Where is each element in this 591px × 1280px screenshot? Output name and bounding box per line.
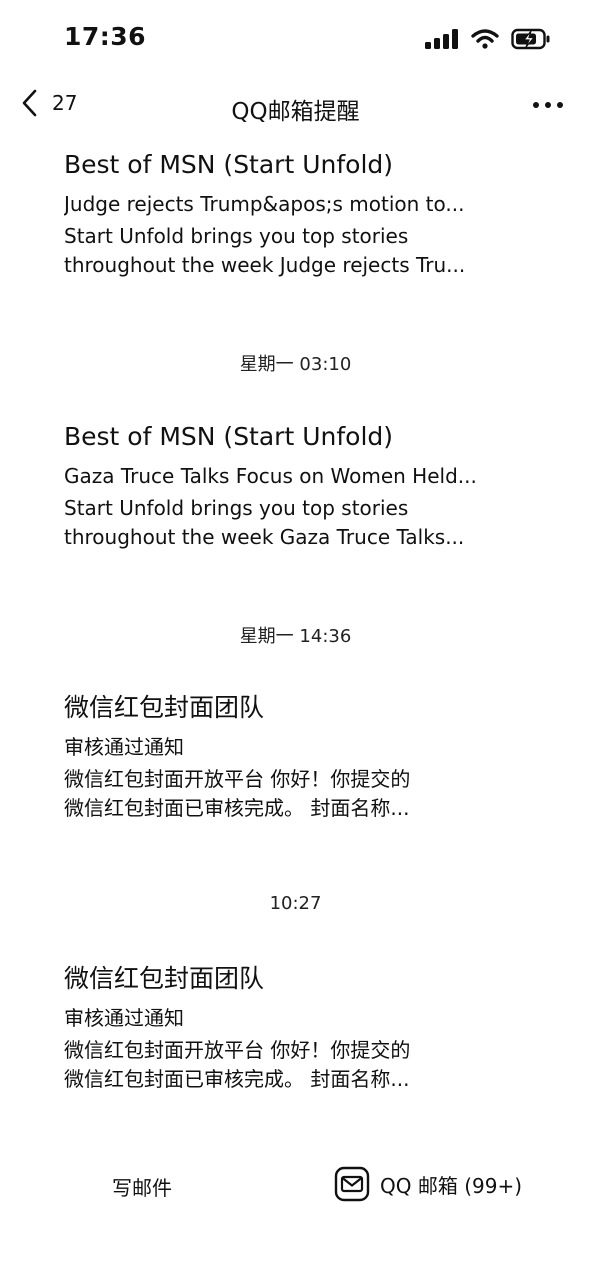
message-sender: Best of MSN (Start Unfold) — [64, 150, 394, 179]
message-item[interactable]: Best of MSN (Start Unfold) Judge rejects… — [64, 148, 534, 280]
time-separator: 星期一 03:10 — [239, 354, 352, 375]
message-sender: Best of MSN (Start Unfold) — [64, 422, 394, 451]
qqmail-label: QQ 邮箱 (99+) — [380, 1173, 523, 1198]
message-item[interactable]: 微信红包封面团队 审核通过通知 微信红包封面开放平台 你好！你提交的 微信红包封… — [64, 962, 534, 1094]
message-subject: Judge rejects Trump&apos;s motion to... — [64, 192, 465, 216]
status-bar: 17:36 — [0, 0, 591, 78]
compose-button[interactable]: 写邮件 — [112, 1172, 172, 1201]
message-subject: 审核通过通知 — [64, 1006, 184, 1030]
message-sender: 微信红包封面团队 — [64, 964, 265, 993]
message-sender: 微信红包封面团队 — [64, 693, 265, 722]
message-preview: 微信红包封面开放平台 你好！你提交的 微信红包封面已审核完成。 封面名称... — [64, 1038, 411, 1091]
message-subject: 审核通过通知 — [64, 735, 184, 759]
time-separator: 10:27 — [269, 893, 322, 914]
message-preview: Start Unfold brings you top stories thro… — [64, 496, 465, 549]
message-preview: 微信红包封面开放平台 你好！你提交的 微信红包封面已审核完成。 封面名称... — [64, 767, 411, 820]
qqmail-button[interactable]: QQ 邮箱 (99+) — [334, 1166, 522, 1202]
battery-charging-icon — [511, 28, 550, 50]
message-subject: Gaza Truce Talks Focus on Women Held... — [64, 464, 477, 488]
message-item[interactable]: Best of MSN (Start Unfold) Gaza Truce Ta… — [64, 420, 534, 552]
wifi-icon — [471, 29, 499, 49]
page-title: QQ邮箱提醒 — [231, 99, 360, 125]
bottom-bar: 写邮件 QQ 邮箱 (99+) — [0, 1160, 591, 1220]
nav-bar: 27 QQ邮箱提醒 — [0, 78, 591, 134]
mail-app-icon — [334, 1166, 370, 1202]
signal-icon — [425, 29, 458, 49]
more-icon[interactable] — [531, 92, 565, 118]
status-icons — [425, 28, 551, 50]
status-time: 17:36 — [64, 22, 147, 51]
message-preview: Start Unfold brings you top stories thro… — [64, 224, 466, 277]
time-separator: 星期一 14:36 — [239, 626, 352, 647]
message-item[interactable]: 微信红包封面团队 审核通过通知 微信红包封面开放平台 你好！你提交的 微信红包封… — [64, 691, 534, 823]
